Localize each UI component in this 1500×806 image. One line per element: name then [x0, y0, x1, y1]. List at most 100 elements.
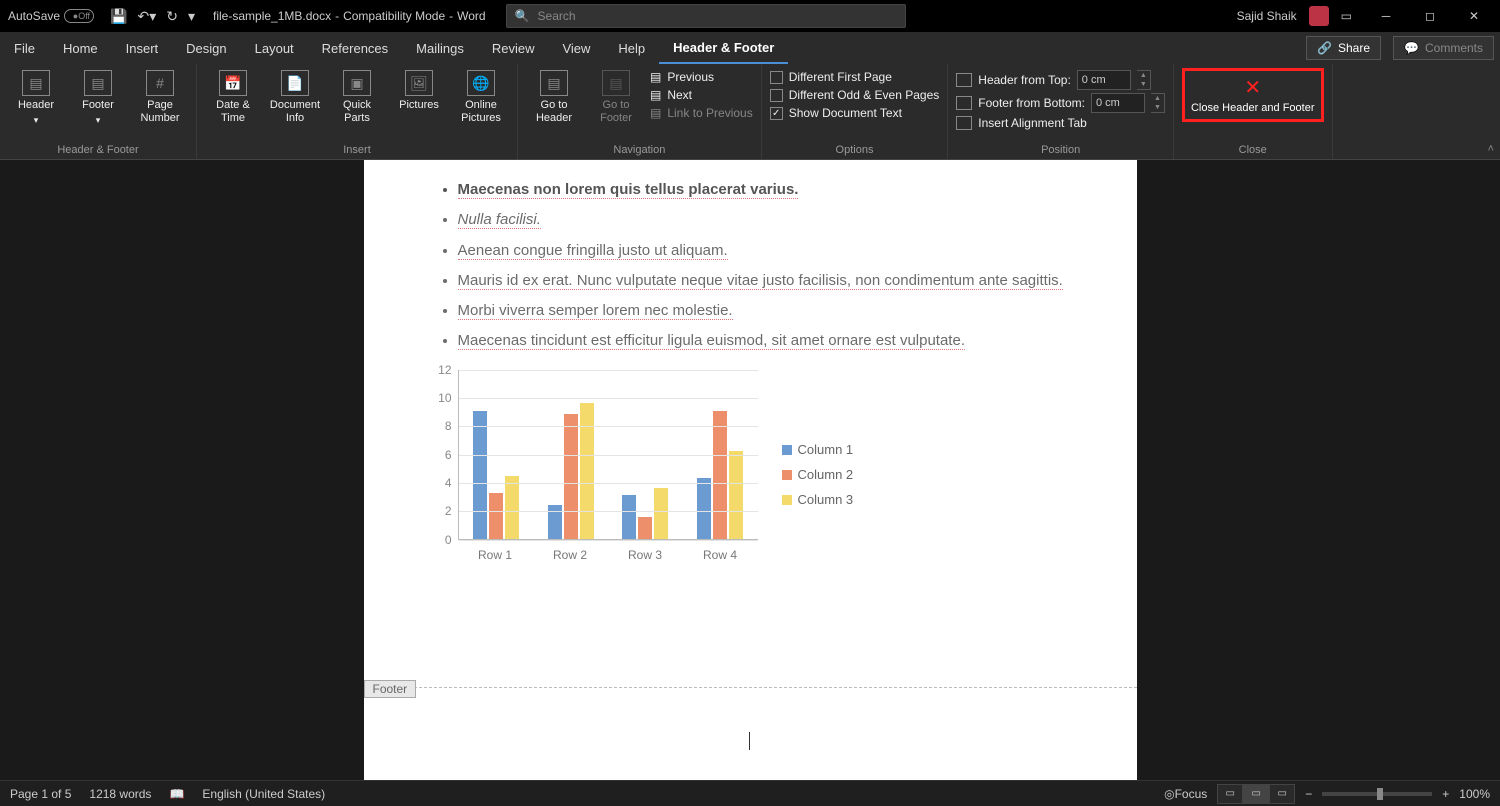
autosave-label: AutoSave	[8, 9, 60, 23]
window-layout-icon[interactable]: ▭	[1341, 9, 1352, 23]
next-button[interactable]: ▤Next	[650, 88, 753, 102]
zoom-level[interactable]: 100%	[1459, 787, 1490, 801]
word-count[interactable]: 1218 words	[89, 787, 151, 801]
read-mode-button[interactable]: ▭	[1217, 784, 1243, 804]
bar	[654, 488, 668, 539]
tab-layout[interactable]: Layout	[241, 32, 308, 64]
list-item: Morbi viverra semper lorem nec molestie.	[458, 301, 1077, 321]
bar	[505, 476, 519, 538]
y-tick: 8	[445, 419, 452, 433]
previous-button[interactable]: ▤Previous	[650, 70, 753, 84]
language[interactable]: English (United States)	[202, 787, 325, 801]
x-label: Row 3	[608, 548, 683, 562]
footer-icon: ▤	[84, 70, 112, 96]
ribbon-tabs: File Home Insert Design Layout Reference…	[0, 32, 1500, 64]
undo-icon[interactable]: ↶▾	[137, 8, 156, 25]
footer-bottom-input[interactable]: 0 cm	[1091, 93, 1145, 113]
window-controls: ─ ◻ ✕	[1364, 0, 1496, 32]
tab-header-footer[interactable]: Header & Footer	[659, 32, 788, 64]
header-button[interactable]: ▤Header▾	[8, 68, 64, 126]
previous-icon: ▤	[650, 70, 661, 84]
online-pictures-button[interactable]: 🌐Online Pictures	[453, 68, 509, 125]
tab-mailings[interactable]: Mailings	[402, 32, 478, 64]
tab-file[interactable]: File	[0, 32, 49, 64]
insert-align-tab-button[interactable]: Insert Alignment Tab	[956, 116, 1165, 130]
search-input[interactable]: 🔍 Search	[506, 4, 906, 28]
goto-footer-button: ▤Go to Footer	[588, 68, 644, 125]
goto-header-icon: ▤	[540, 70, 568, 96]
doc-info-button[interactable]: 📄Document Info	[267, 68, 323, 125]
quick-access-toolbar: 💾 ↶▾ ↻ ▾	[102, 8, 203, 25]
autosave-toggle[interactable]: AutoSave ● Off	[0, 9, 102, 23]
user-avatar-icon[interactable]	[1309, 6, 1329, 26]
header-top-input[interactable]: 0 cm	[1077, 70, 1131, 90]
qat-dropdown-icon[interactable]: ▾	[188, 8, 195, 25]
footer-bottom-label: Footer from Bottom:	[978, 96, 1085, 110]
goto-footer-icon: ▤	[602, 70, 630, 96]
pictures-button[interactable]: 🖼Pictures	[391, 68, 447, 112]
close-button[interactable]: ✕	[1452, 0, 1496, 32]
compat-mode: Compatibility Mode	[343, 9, 445, 23]
chart: 024681012 Column 1Column 2Column 3 Row 1…	[424, 370, 1077, 580]
redo-icon[interactable]: ↻	[166, 8, 178, 25]
document-area[interactable]: Maecenas non lorem quis tellus placerat …	[0, 160, 1500, 780]
statusbar: Page 1 of 5 1218 words 📖 English (United…	[0, 780, 1500, 806]
y-tick: 12	[438, 363, 451, 377]
spinner-buttons[interactable]: ▲▼	[1137, 70, 1151, 90]
document-icon: 📄	[281, 70, 309, 96]
show-doc-text-checkbox[interactable]: ✓Show Document Text	[770, 106, 940, 120]
tab-references[interactable]: References	[308, 32, 402, 64]
page-number-button[interactable]: #Page Number	[132, 68, 188, 125]
page[interactable]: Maecenas non lorem quis tellus placerat …	[364, 160, 1137, 780]
align-tab-icon	[956, 116, 972, 130]
tab-view[interactable]: View	[548, 32, 604, 64]
group-position: Header from Top: 0 cm ▲▼ Footer from Bot…	[948, 64, 1174, 159]
date-time-button[interactable]: 📅Date & Time	[205, 68, 261, 125]
calendar-icon: 📅	[219, 70, 247, 96]
minimize-button[interactable]: ─	[1364, 0, 1408, 32]
page-indicator[interactable]: Page 1 of 5	[10, 787, 71, 801]
y-tick: 2	[445, 504, 452, 518]
print-layout-button[interactable]: ▭	[1243, 784, 1269, 804]
tab-home[interactable]: Home	[49, 32, 112, 64]
bar	[580, 403, 594, 539]
tab-insert[interactable]: Insert	[112, 32, 173, 64]
user-name[interactable]: Sajid Shaik	[1237, 9, 1297, 23]
footer-button[interactable]: ▤Footer▾	[70, 68, 126, 126]
zoom-slider[interactable]	[1322, 792, 1432, 796]
comments-button[interactable]: 💬Comments	[1393, 36, 1494, 60]
group-insert: 📅Date & Time 📄Document Info ▣Quick Parts…	[197, 64, 518, 159]
spinner-buttons[interactable]: ▲▼	[1151, 93, 1165, 113]
close-header-footer-button[interactable]: ✕ Close Header and Footer	[1182, 68, 1324, 122]
maximize-button[interactable]: ◻	[1408, 0, 1452, 32]
document-title: file-sample_1MB.docx - Compatibility Mod…	[203, 9, 496, 23]
save-icon[interactable]: 💾	[110, 8, 127, 25]
web-layout-button[interactable]: ▭	[1269, 784, 1295, 804]
collapse-ribbon-icon[interactable]: ˄	[1488, 143, 1494, 155]
header-from-top-row: Header from Top: 0 cm ▲▼	[956, 70, 1165, 90]
proofing-icon[interactable]: 📖	[169, 787, 184, 801]
tab-design[interactable]: Design	[172, 32, 240, 64]
page-number-icon: #	[146, 70, 174, 96]
quick-parts-button[interactable]: ▣Quick Parts	[329, 68, 385, 125]
globe-icon: 🌐	[467, 70, 495, 96]
zoom-in-button[interactable]: +	[1442, 787, 1449, 801]
goto-header-button[interactable]: ▤Go to Header	[526, 68, 582, 125]
share-icon: 🔗	[1317, 41, 1332, 55]
footer-marker[interactable]: Footer	[364, 680, 417, 698]
bar	[697, 478, 711, 539]
app-name: Word	[457, 9, 485, 23]
diff-first-checkbox[interactable]: Different First Page	[770, 70, 940, 84]
link-previous-button: ▤Link to Previous	[650, 106, 753, 120]
zoom-out-button[interactable]: −	[1305, 787, 1312, 801]
share-button[interactable]: 🔗Share	[1306, 36, 1381, 60]
tab-help[interactable]: Help	[604, 32, 659, 64]
diff-odd-even-checkbox[interactable]: Different Odd & Even Pages	[770, 88, 940, 102]
focus-mode-button[interactable]: ◎Focus	[1164, 787, 1207, 801]
list-item: Maecenas non lorem quis tellus placerat …	[458, 180, 1077, 200]
tab-review[interactable]: Review	[478, 32, 549, 64]
legend-item: Column 3	[782, 492, 854, 507]
group-label: Navigation	[526, 141, 753, 159]
bar	[548, 505, 562, 539]
chart-legend: Column 1Column 2Column 3	[782, 370, 854, 580]
